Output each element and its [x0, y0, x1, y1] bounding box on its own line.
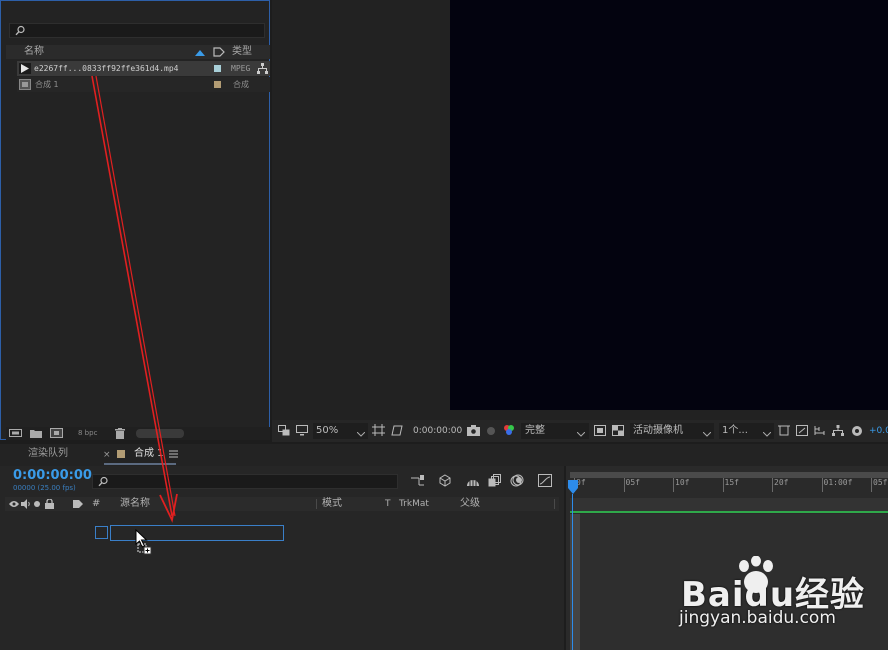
baidu-watermark-url: jingyan.baidu.com [679, 608, 836, 628]
annotation-arrow [91, 75, 178, 523]
mouse-cursor-icon [135, 528, 153, 555]
paw-icon [734, 555, 778, 596]
